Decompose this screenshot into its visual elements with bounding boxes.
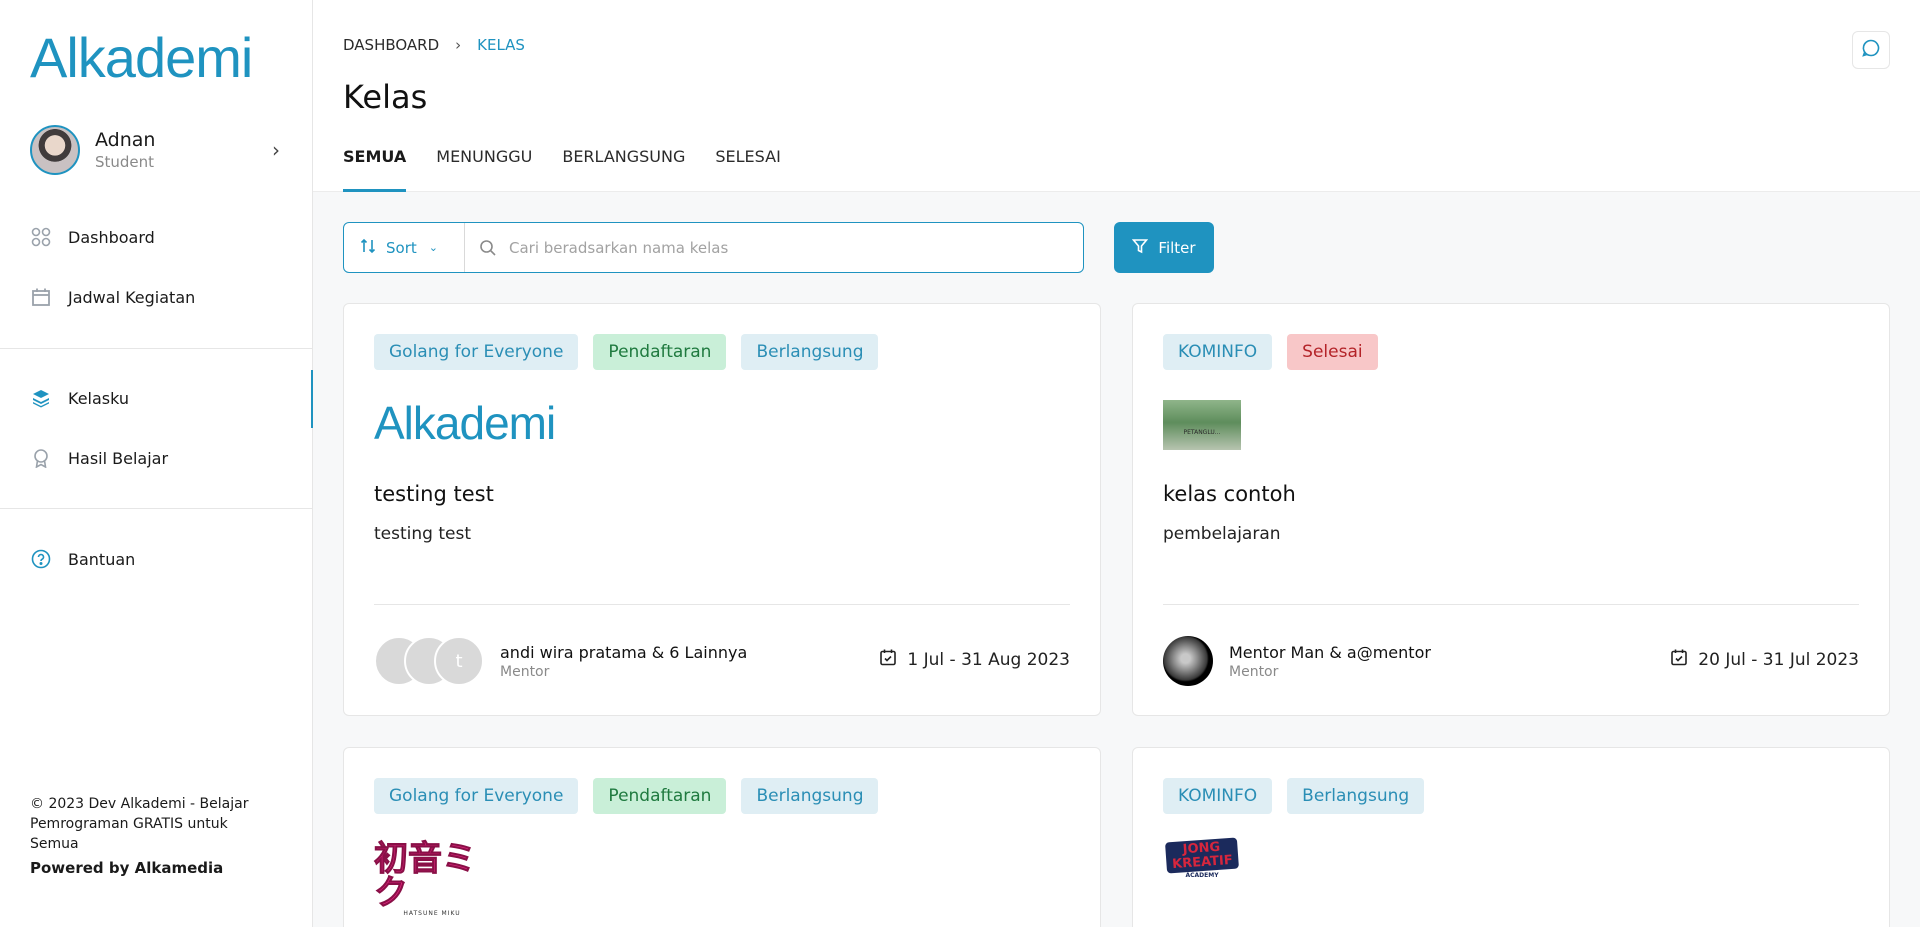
- layers-icon: [30, 387, 52, 409]
- main-content: DASHBOARD › KELAS Kelas SEMUA MENUNGGU B…: [313, 0, 1920, 927]
- class-logo: 初音ミク HATSUNE MIKU: [374, 839, 477, 918]
- chevron-down-icon: ⌄: [428, 241, 438, 254]
- sidebar-item-kelasku[interactable]: Kelasku: [0, 370, 314, 428]
- sidebar: Alkademi Adnan Student › Dashboard Jadwa…: [0, 0, 314, 927]
- breadcrumb: DASHBOARD › KELAS: [343, 36, 525, 54]
- page-title: Kelas: [343, 78, 428, 116]
- tab-selesai[interactable]: SELESAI: [715, 145, 780, 192]
- card-divider: [374, 604, 1070, 605]
- class-card[interactable]: Golang for Everyone Pendaftaran Berlangs…: [343, 303, 1101, 716]
- card-tags: Golang for Everyone Pendaftaran Berlangs…: [374, 334, 893, 370]
- avatar: t: [434, 636, 484, 686]
- tag-program: KOMINFO: [1163, 334, 1273, 370]
- calendar-icon: [30, 286, 52, 308]
- sidebar-item-dashboard[interactable]: Dashboard: [0, 217, 313, 257]
- mentor-role: Mentor: [500, 663, 550, 680]
- mentor-row: Mentor Man & a@mentor Mentor 20 Jul - 31…: [1163, 636, 1859, 686]
- search-input[interactable]: [509, 238, 1069, 257]
- tab-menunggu[interactable]: MENUNGGU: [436, 145, 532, 192]
- class-logo: PETANGLU...: [1163, 400, 1241, 450]
- tag-status: Berlangsung: [741, 334, 879, 370]
- powered-by-text: Powered by Alkamedia: [30, 859, 224, 877]
- class-logo: Alkademi: [374, 397, 556, 449]
- breadcrumb-dashboard[interactable]: DASHBOARD: [343, 36, 439, 54]
- help-circle-icon: [30, 548, 52, 570]
- profile-name: Adnan: [95, 129, 156, 151]
- sidebar-item-jadwal-kegiatan[interactable]: Jadwal Kegiatan: [0, 277, 313, 317]
- class-card[interactable]: KOMINFO Berlangsung JONG KREATIF ACADEMY: [1132, 747, 1890, 927]
- search-bar: Sort ⌄: [343, 222, 1084, 273]
- avatar: [30, 125, 80, 175]
- tag-pendaftaran: Pendaftaran: [593, 334, 727, 370]
- tab-semua[interactable]: SEMUA: [343, 145, 407, 192]
- search-icon: [479, 239, 497, 257]
- breadcrumb-kelas: KELAS: [477, 36, 525, 54]
- tag-program: Golang for Everyone: [374, 334, 579, 370]
- chat-bubble-icon: [1861, 38, 1881, 62]
- chevron-right-icon: ›: [272, 138, 280, 162]
- profile-card[interactable]: Adnan Student ›: [30, 124, 280, 176]
- sort-arrows-icon: [360, 238, 376, 258]
- tag-program: KOMINFO: [1163, 778, 1273, 814]
- tag-pendaftaran: Pendaftaran: [593, 778, 727, 814]
- sidebar-divider: [0, 508, 313, 509]
- copyright-text: © 2023 Dev Alkademi - Belajar Pemrograma…: [30, 796, 249, 852]
- card-tags: KOMINFO Berlangsung: [1163, 778, 1439, 814]
- class-description: pembelajaran: [1163, 524, 1281, 544]
- class-description: testing test: [374, 524, 471, 544]
- class-date: 20 Jul - 31 Jul 2023: [1670, 648, 1859, 671]
- sidebar-item-hasil-belajar[interactable]: Hasil Belajar: [0, 438, 313, 478]
- mentor-role: Mentor: [1229, 663, 1279, 680]
- sidebar-item-bantuan[interactable]: Bantuan: [0, 539, 313, 579]
- avatar: [1163, 636, 1213, 686]
- tab-berlangsung[interactable]: BERLANGSUNG: [562, 145, 685, 192]
- status-tabs: SEMUA MENUNGGU BERLANGSUNG SELESAI: [343, 145, 811, 192]
- class-date: 1 Jul - 31 Aug 2023: [879, 648, 1070, 671]
- tag-status: Berlangsung: [1287, 778, 1425, 814]
- tag-status: Selesai: [1287, 334, 1378, 370]
- award-icon: [30, 447, 52, 469]
- page-header: DASHBOARD › KELAS Kelas SEMUA MENUNGGU B…: [313, 0, 1920, 192]
- mentor-row: t andi wira pratama & 6 Lainnya Mentor 1…: [374, 636, 1070, 686]
- sidebar-footer: © 2023 Dev Alkademi - Belajar Pemrograma…: [30, 794, 280, 878]
- calendar-check-icon: [879, 648, 897, 671]
- chevron-right-icon: ›: [455, 36, 462, 54]
- tag-program: Golang for Everyone: [374, 778, 579, 814]
- class-title: testing test: [374, 482, 494, 506]
- mentor-name: Mentor Man & a@mentor: [1229, 642, 1431, 662]
- mentor-avatars: t: [374, 636, 484, 686]
- mentor-name: andi wira pratama & 6 Lainnya: [500, 642, 748, 662]
- filter-button[interactable]: Filter: [1114, 222, 1214, 273]
- sort-dropdown[interactable]: Sort ⌄: [344, 223, 465, 272]
- chat-button[interactable]: [1852, 31, 1890, 69]
- card-divider: [1163, 604, 1859, 605]
- sidebar-divider: [0, 348, 313, 349]
- class-title: kelas contoh: [1163, 482, 1296, 506]
- calendar-check-icon: [1670, 648, 1688, 671]
- class-logo: JONG KREATIF ACADEMY: [1163, 837, 1241, 879]
- alkademi-logo[interactable]: Alkademi: [30, 30, 253, 86]
- filter-icon: [1132, 238, 1149, 258]
- class-card[interactable]: Golang for Everyone Pendaftaran Berlangs…: [343, 747, 1101, 927]
- tag-status: Berlangsung: [741, 778, 879, 814]
- class-card[interactable]: KOMINFO Selesai PETANGLU... kelas contoh…: [1132, 303, 1890, 716]
- grid-icon: [30, 226, 52, 248]
- profile-role: Student: [95, 153, 155, 171]
- card-tags: KOMINFO Selesai: [1163, 334, 1393, 370]
- card-tags: Golang for Everyone Pendaftaran Berlangs…: [374, 778, 893, 814]
